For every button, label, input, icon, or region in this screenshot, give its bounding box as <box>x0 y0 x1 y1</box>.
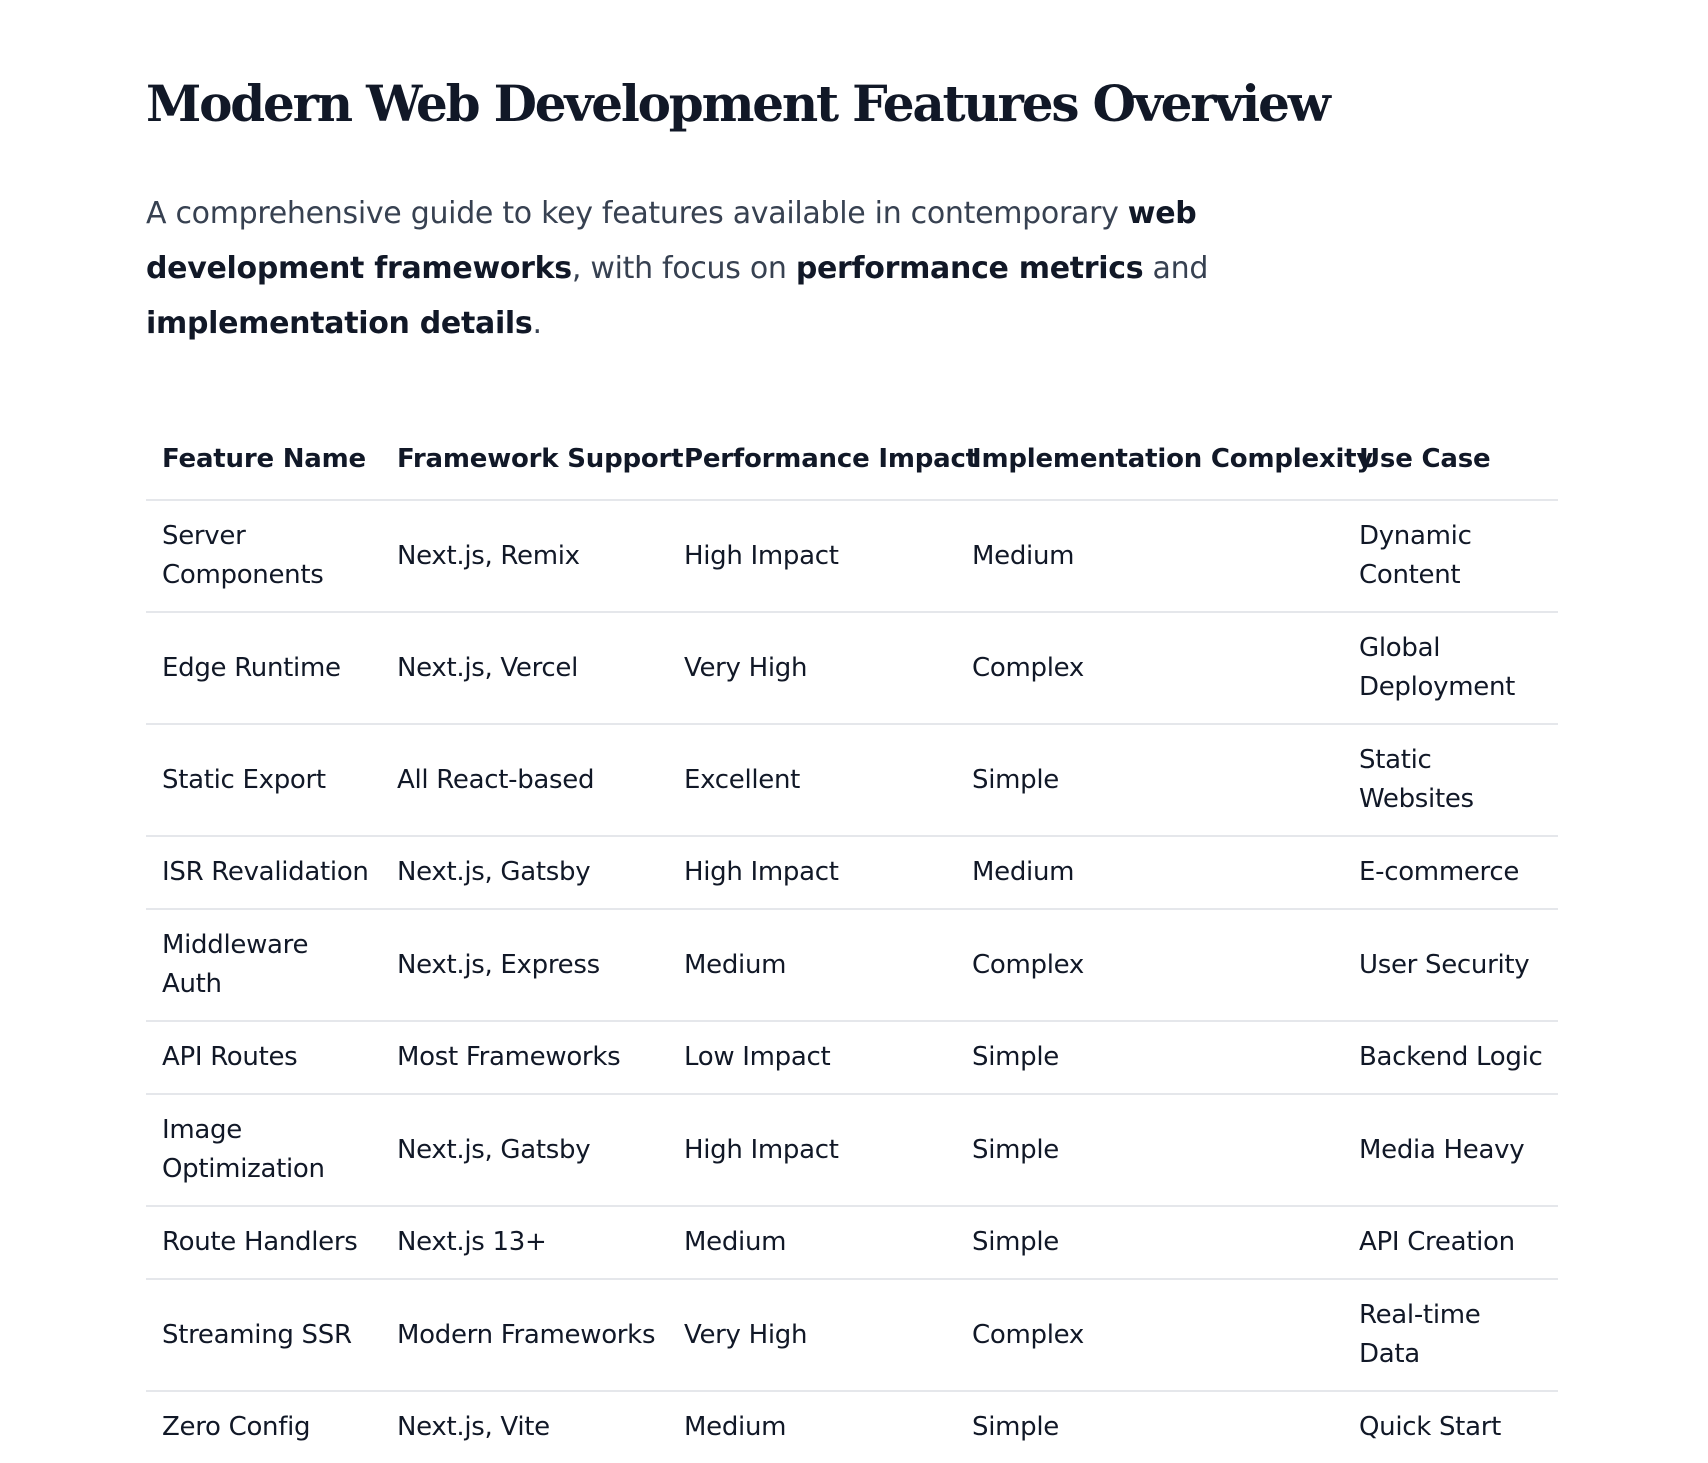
cell-feature-name: Zero Config <box>162 1412 311 1442</box>
intro-text: , with focus on <box>571 251 796 286</box>
cell-framework-support: Most Frameworks <box>381 1021 668 1095</box>
cell-implementation-complexity: Medium <box>956 500 1343 613</box>
cell-use-case: Real-time Data <box>1343 1279 1558 1392</box>
cell-feature-name: ISR Revalidation <box>146 836 381 910</box>
cell-implementation-complexity: Complex <box>956 1279 1343 1392</box>
table-row: Edge Runtime Next.js, Vercel Very High C… <box>146 612 1558 725</box>
cell-feature-name: Server Components <box>146 500 381 613</box>
cell-performance-impact: High Impact <box>668 1094 956 1207</box>
cell-feature-name: Streaming SSR <box>146 1279 381 1392</box>
cell-performance-impact: Very High <box>668 1279 956 1392</box>
cell-implementation-complexity: Medium <box>956 836 1343 910</box>
cell-framework-support: Next.js, Vite <box>397 1412 550 1442</box>
table-row: Static Export All React-based Excellent … <box>146 724 1558 837</box>
table-row: Middleware Auth Next.js, Express Medium … <box>146 909 1558 1022</box>
cell-use-case: Global Deployment <box>1343 612 1558 725</box>
cell-feature-name: Middleware Auth <box>146 909 381 1022</box>
cell-framework-support: Next.js, Vercel <box>381 612 668 725</box>
header-use-case: Use Case <box>1343 419 1558 501</box>
cell-performance-impact: Excellent <box>668 724 956 837</box>
table-header-row: Feature Name Framework Support Performan… <box>146 419 1558 501</box>
header-implementation-complexity: Implementation Complexity <box>956 419 1373 501</box>
cell-feature-name: Edge Runtime <box>146 612 381 725</box>
cell-performance-impact: Medium <box>668 1206 956 1280</box>
cell-feature-name: Image Optimization <box>146 1094 381 1207</box>
cell-implementation-complexity: Simple <box>956 1206 1343 1280</box>
cell-use-case: Quick Start <box>1359 1412 1501 1442</box>
header-framework-support: Framework Support <box>381 419 684 501</box>
cell-use-case: Dynamic Content <box>1343 500 1558 613</box>
cell-performance-impact: Medium <box>668 909 956 1022</box>
cell-use-case: User Security <box>1343 909 1558 1022</box>
table-row: Server Components Next.js, Remix High Im… <box>146 500 1558 613</box>
cell-implementation-complexity: Simple <box>956 724 1343 837</box>
cell-use-case: Media Heavy <box>1343 1094 1558 1207</box>
table-row: ISR Revalidation Next.js, Gatsby High Im… <box>146 836 1558 910</box>
intro-bold: performance metrics <box>795 251 1144 286</box>
cell-implementation-complexity: Simple <box>972 1412 1059 1442</box>
cell-performance-impact: High Impact <box>668 500 956 613</box>
cell-use-case: API Creation <box>1343 1206 1558 1280</box>
cell-framework-support: Next.js, Remix <box>381 500 668 613</box>
header-performance-impact: Performance Impact <box>668 419 978 501</box>
table-row: API Routes Most Frameworks Low Impact Si… <box>146 1021 1558 1095</box>
cell-framework-support: Next.js, Gatsby <box>381 1094 668 1207</box>
cell-performance-impact: Medium <box>684 1412 787 1442</box>
cell-framework-support: Next.js 13+ <box>381 1206 668 1280</box>
document: Modern Web Development Features Overview… <box>146 72 1558 1463</box>
table-row: Image Optimization Next.js, Gatsby High … <box>146 1094 1558 1207</box>
cell-use-case: E-commerce <box>1343 836 1558 910</box>
cell-framework-support: All React-based <box>381 724 668 837</box>
intro-text: and <box>1143 251 1209 286</box>
table-row: Route Handlers Next.js 13+ Medium Simple… <box>146 1206 1558 1280</box>
cell-feature-name: API Routes <box>146 1021 381 1095</box>
intro-paragraph: A comprehensive guide to key features av… <box>146 186 1396 351</box>
header-feature-name: Feature Name <box>146 419 381 501</box>
cell-performance-impact: Low Impact <box>668 1021 956 1095</box>
table-row: Zero Config Next.js, Vite Medium Simple … <box>146 1391 1558 1463</box>
features-table: Feature Name Framework Support Performan… <box>146 419 1558 1463</box>
intro-bold: implementation details <box>146 306 533 341</box>
page-title: Modern Web Development Features Overview <box>146 74 1331 133</box>
cell-implementation-complexity: Complex <box>956 909 1343 1022</box>
cell-use-case: Static Websites <box>1343 724 1558 837</box>
cell-implementation-complexity: Complex <box>956 612 1343 725</box>
intro-text: . <box>532 306 542 341</box>
cell-feature-name: Route Handlers <box>146 1206 381 1280</box>
cell-implementation-complexity: Simple <box>956 1094 1343 1207</box>
cell-feature-name: Static Export <box>146 724 381 837</box>
cell-implementation-complexity: Simple <box>956 1021 1343 1095</box>
cell-framework-support: Next.js, Gatsby <box>381 836 668 910</box>
cell-framework-support: Modern Frameworks <box>381 1279 668 1392</box>
cell-framework-support: Next.js, Express <box>381 909 668 1022</box>
intro-text: A comprehensive guide to key features av… <box>146 196 1128 231</box>
table-row: Streaming SSR Modern Frameworks Very Hig… <box>146 1279 1558 1392</box>
cell-performance-impact: Very High <box>668 612 956 725</box>
cell-performance-impact: High Impact <box>668 836 956 910</box>
cell-use-case: Backend Logic <box>1343 1021 1558 1095</box>
